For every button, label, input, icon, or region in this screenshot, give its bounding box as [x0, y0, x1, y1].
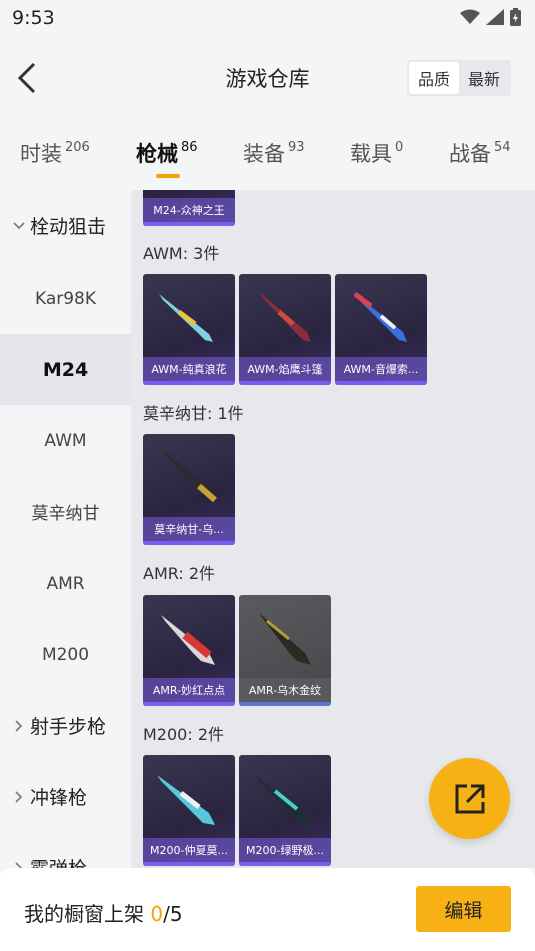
- item-card[interactable]: M24-众神之王: [143, 190, 235, 226]
- group-title-mosin: 莫辛纳甘: 1件: [143, 404, 244, 423]
- item-card[interactable]: M200-仲夏莫...: [143, 755, 235, 866]
- item-card-name: M24-众神之王: [143, 198, 235, 222]
- tab-fashion[interactable]: 时装 206: [20, 138, 90, 168]
- item-card-name: AWM-纯真浪花: [143, 357, 235, 381]
- item-card[interactable]: AWM-纯真浪花: [143, 274, 235, 385]
- category-tabs: 时装 206 枪械 86 装备 93 载具 0 战备 54: [0, 130, 535, 190]
- item-card-rarity-bar: [239, 862, 331, 866]
- sidebar-category-smg[interactable]: 冲锋枪: [0, 761, 131, 832]
- item-card-rarity-bar: [239, 702, 331, 706]
- sidebar-item-m200[interactable]: M200: [0, 619, 131, 690]
- tab-count: 0: [395, 140, 404, 155]
- tab-label: 时装: [20, 142, 62, 166]
- item-card-name: 莫辛纳甘-乌...: [143, 517, 235, 541]
- item-card-name: AWM-音爆索...: [335, 357, 427, 381]
- rifle-icon: [157, 775, 215, 825]
- item-card[interactable]: AWM-音爆索...: [335, 274, 427, 385]
- tab-supplies[interactable]: 战备 54: [449, 138, 511, 168]
- item-card-name: M200-仲夏莫...: [143, 838, 235, 862]
- sidebar-item-mosin[interactable]: 莫辛纳甘: [0, 476, 131, 547]
- item-card-name: AMR-妙红点点: [143, 678, 235, 702]
- item-card-name: AWM-焰鹰斗篷: [239, 357, 331, 381]
- signal-icon: [486, 9, 504, 25]
- sidebar: 栓动狙击 Kar98K M24 AWM 莫辛纳甘 AMR M200 射手步枪 冲…: [0, 190, 131, 868]
- sidebar-item-kar98k[interactable]: Kar98K: [0, 263, 131, 334]
- tab-count: 54: [494, 140, 511, 155]
- sidebar-item-m24[interactable]: M24: [0, 334, 131, 405]
- sort-newest-option[interactable]: 最新: [459, 62, 509, 94]
- item-card[interactable]: AWM-焰鹰斗篷: [239, 274, 331, 385]
- item-card-rarity-bar: [143, 862, 235, 866]
- tab-equipment[interactable]: 装备 93: [243, 138, 305, 168]
- tab-count: 86: [181, 140, 198, 155]
- tab-label: 载具: [350, 142, 392, 166]
- item-card[interactable]: 莫辛纳甘-乌...: [143, 434, 235, 545]
- sidebar-category-label: 霰弹枪: [30, 854, 87, 868]
- sidebar-item-amr[interactable]: AMR: [0, 548, 131, 619]
- item-card-rarity-bar: [239, 381, 331, 385]
- item-card-name: AMR-乌木金纹: [239, 678, 331, 702]
- group-title-amr: AMR: 2件: [143, 564, 216, 583]
- showcase-label: 我的橱窗上架 0/5: [24, 898, 183, 927]
- rifle-icon: [161, 615, 215, 665]
- status-icons: [460, 8, 521, 26]
- share-button[interactable]: [429, 758, 510, 839]
- rifle-icon: [353, 292, 407, 342]
- battery-icon: [510, 8, 521, 26]
- item-card-rarity-bar: [143, 541, 235, 545]
- item-card[interactable]: AMR-乌木金纹: [239, 595, 331, 706]
- chevron-right-icon: [10, 719, 28, 732]
- tab-guns[interactable]: 枪械 86: [136, 138, 198, 168]
- active-tab-indicator: [156, 174, 180, 178]
- tab-count: 206: [65, 140, 90, 155]
- item-card-rarity-bar: [143, 702, 235, 706]
- status-bar: 9:53: [0, 0, 535, 36]
- tab-label: 战备: [449, 142, 491, 166]
- group-title-m200: M200: 2件: [143, 725, 225, 744]
- showcase-count-total: /5: [163, 902, 183, 926]
- item-card[interactable]: M200-绿野极...: [239, 755, 331, 866]
- sort-quality-option[interactable]: 品质: [409, 62, 459, 94]
- rifle-icon: [259, 292, 311, 342]
- sidebar-category-label: 栓动狙击: [30, 216, 107, 238]
- tab-count: 93: [288, 140, 305, 155]
- tab-label: 枪械: [136, 142, 178, 166]
- sort-toggle: 品质 最新: [407, 60, 511, 96]
- showcase-count-current: 0: [150, 902, 164, 926]
- share-icon: [455, 784, 484, 813]
- sidebar-category-shotgun[interactable]: 霰弹枪: [0, 832, 131, 868]
- sidebar-category-label: 射手步枪: [30, 716, 107, 738]
- rifle-icon: [255, 775, 311, 825]
- sidebar-item-awm[interactable]: AWM: [0, 405, 131, 476]
- chevron-down-icon: [10, 221, 28, 230]
- sidebar-category-label: 冲锋枪: [30, 787, 88, 809]
- item-card-rarity-bar: [143, 222, 235, 226]
- showcase-label-text: 我的橱窗上架: [24, 902, 144, 926]
- tab-vehicles[interactable]: 载具 0: [350, 138, 403, 168]
- status-time: 9:53: [12, 7, 55, 29]
- item-card-name: M200-绿野极...: [239, 838, 331, 862]
- item-card[interactable]: AMR-妙红点点: [143, 595, 235, 706]
- edit-button[interactable]: 编辑: [416, 886, 511, 932]
- rifle-icon: [159, 294, 213, 342]
- chevron-right-icon: [10, 790, 28, 803]
- group-title-awm: AWM: 3件: [143, 244, 220, 263]
- showcase-bar: 我的橱窗上架 0/5 编辑: [0, 868, 535, 951]
- sidebar-category-dmr[interactable]: 射手步枪: [0, 690, 131, 761]
- tab-label: 装备: [243, 142, 285, 166]
- item-card-rarity-bar: [335, 381, 427, 385]
- header: 游戏仓库 品质 最新: [0, 36, 535, 118]
- rifle-icon: [163, 450, 217, 503]
- wifi-icon: [460, 9, 480, 24]
- sidebar-category-bolt-action[interactable]: 栓动狙击: [0, 190, 131, 261]
- rifle-icon: [259, 613, 311, 665]
- item-card-rarity-bar: [143, 381, 235, 385]
